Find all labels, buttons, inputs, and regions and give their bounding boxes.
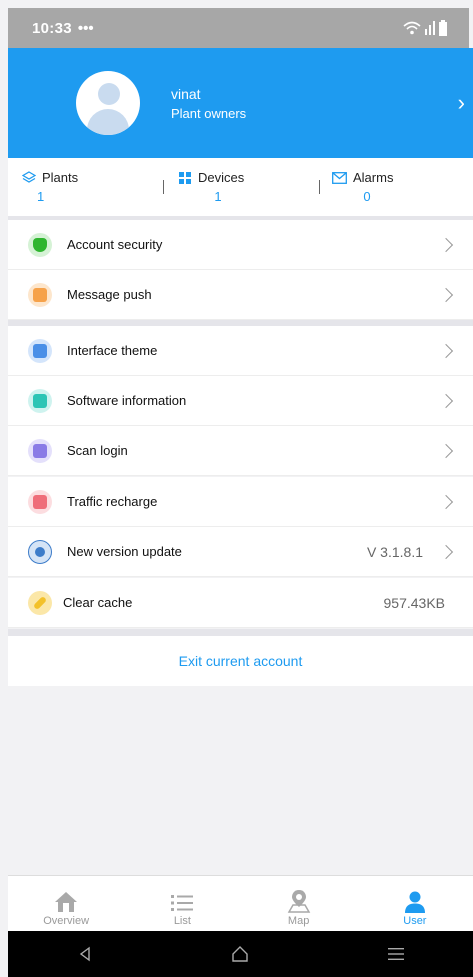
chevron-right-icon	[438, 287, 454, 302]
status-icons	[403, 20, 447, 36]
divider	[163, 180, 164, 194]
user-info: vinat Plant owners	[171, 86, 246, 121]
stat-devices-label: Devices	[198, 170, 245, 185]
clear-cache-label: Clear cache	[63, 595, 133, 610]
divider	[319, 180, 320, 194]
system-nav-bar	[8, 931, 473, 977]
chevron-right-icon	[438, 443, 454, 458]
status-dots: •••	[77, 19, 94, 37]
tab-overview-label: Overview	[43, 915, 90, 927]
tab-user-label: User	[403, 915, 427, 927]
menu-icon[interactable]	[387, 947, 404, 961]
wifi-icon	[403, 21, 421, 35]
broom-icon	[28, 590, 52, 615]
theme-icon	[28, 338, 52, 363]
stat-plants-value: 1	[37, 189, 45, 204]
new-version-update-row[interactable]: New version update V 3.1.8.1	[8, 527, 473, 577]
stat-devices-value: 1	[214, 189, 222, 204]
stat-alarms[interactable]: Alarms 0	[332, 170, 402, 204]
stat-devices[interactable]: Devices 1	[178, 170, 258, 204]
chevron-right-icon	[438, 494, 454, 509]
stat-alarms-value: 0	[363, 189, 371, 204]
account-security-row[interactable]: Account security	[8, 220, 473, 270]
tab-map[interactable]: Map	[241, 876, 357, 931]
profile-header[interactable]: vinat Plant owners ›	[8, 48, 473, 158]
shield-icon	[28, 232, 52, 257]
status-bar: 10:33 •••	[8, 8, 469, 48]
user-name: vinat	[171, 85, 201, 102]
document-icon	[28, 388, 52, 413]
avatar	[76, 71, 140, 135]
scan-login-label: Scan login	[67, 443, 128, 458]
software-information-row[interactable]: Software information	[8, 376, 473, 426]
scan-login-row[interactable]: Scan login	[8, 426, 473, 476]
exit-account-button[interactable]: Exit current account	[8, 636, 473, 686]
chevron-right-icon	[438, 393, 454, 408]
mail-icon	[332, 171, 347, 184]
home-icon	[55, 892, 78, 912]
interface-theme-row[interactable]: Interface theme	[8, 326, 473, 376]
message-push-row[interactable]: Message push	[8, 270, 473, 320]
sim-card-icon	[28, 489, 52, 514]
message-icon	[28, 282, 52, 307]
cache-value: 957.43KB	[383, 594, 446, 611]
traffic-recharge-label: Traffic recharge	[67, 494, 158, 509]
home-nav-icon[interactable]	[231, 946, 249, 962]
status-time: 10:33	[32, 19, 72, 37]
section-divider	[8, 629, 473, 636]
bottom-tab-bar: Overview List Map User	[8, 875, 473, 931]
account-security-label: Account security	[67, 237, 163, 252]
stat-alarms-label: Alarms	[353, 170, 394, 185]
list-icon	[171, 895, 194, 911]
tab-overview[interactable]: Overview	[8, 876, 124, 931]
signal-icon	[425, 21, 435, 35]
clear-cache-row[interactable]: Clear cache 957.43KB	[8, 578, 473, 628]
tab-map-label: Map	[287, 915, 310, 927]
chevron-right-icon	[438, 544, 454, 559]
user-icon	[404, 891, 425, 913]
software-information-label: Software information	[67, 393, 187, 408]
version-value: V 3.1.8.1	[366, 543, 423, 560]
tab-list-label: List	[173, 915, 191, 927]
traffic-recharge-row[interactable]: Traffic recharge	[8, 477, 473, 527]
back-icon[interactable]	[77, 946, 93, 962]
message-push-label: Message push	[67, 287, 152, 302]
devices-icon	[179, 171, 191, 184]
stats-bar: Plants 1 Devices 1 Alarms 0	[8, 158, 473, 216]
tab-user[interactable]: User	[357, 876, 473, 931]
chevron-right-icon	[438, 343, 454, 358]
battery-icon	[439, 20, 447, 36]
qr-code-icon	[28, 438, 52, 463]
map-pin-icon	[287, 890, 310, 913]
update-icon	[28, 539, 52, 564]
chevron-right-icon	[438, 237, 454, 252]
stat-plants[interactable]: Plants 1	[22, 170, 82, 204]
user-role: Plant owners	[171, 105, 247, 121]
stat-plants-label: Plants	[42, 170, 79, 185]
tab-list[interactable]: List	[124, 876, 240, 931]
chevron-right-icon: ›	[457, 90, 465, 115]
new-version-update-label: New version update	[67, 544, 182, 559]
interface-theme-label: Interface theme	[67, 343, 158, 358]
layers-icon	[22, 170, 36, 183]
